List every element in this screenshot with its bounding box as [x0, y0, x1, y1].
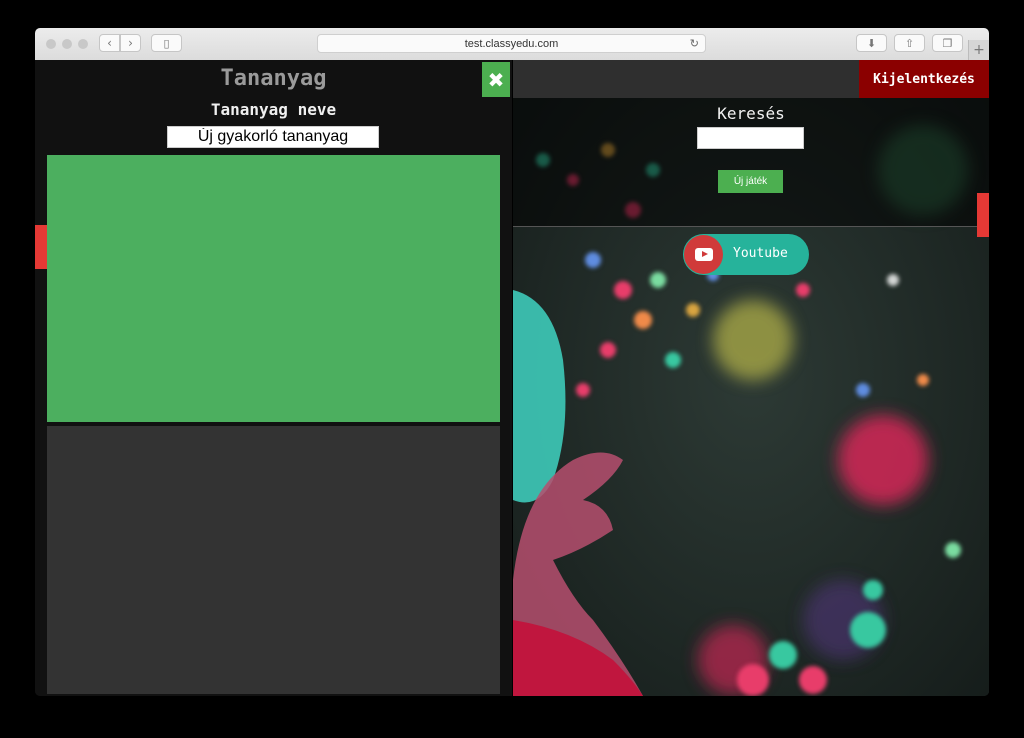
left-edge-tab[interactable]: [35, 225, 47, 269]
reload-icon[interactable]: ↻: [690, 37, 699, 50]
download-icon[interactable]: ⬇: [856, 34, 887, 52]
close-icon: ✖: [487, 67, 505, 92]
material-editor-panel: Tananyag ✖ Tananyag neve: [35, 60, 512, 696]
window-zoom-dot[interactable]: [78, 39, 88, 49]
content-area-secondary[interactable]: [47, 426, 500, 694]
address-bar[interactable]: test.classyedu.com ↻: [317, 34, 706, 53]
window-minimize-dot[interactable]: [62, 39, 72, 49]
search-panel: Keresés Új játék: [513, 98, 989, 227]
sidebar-toggle-icon[interactable]: ▯: [151, 34, 182, 52]
youtube-icon-badge: [684, 235, 723, 274]
material-name-input[interactable]: [167, 126, 379, 148]
youtube-button[interactable]: Youtube: [683, 234, 809, 275]
right-edge-tab[interactable]: [977, 193, 989, 237]
back-button[interactable]: ‹: [99, 34, 120, 52]
close-panel-button[interactable]: ✖: [482, 62, 510, 97]
share-icon[interactable]: ⇧: [894, 34, 925, 52]
youtube-play-icon: [694, 248, 713, 261]
new-game-button[interactable]: Új játék: [718, 170, 783, 193]
search-input[interactable]: [697, 127, 804, 149]
main-view: Kijelentkezés Keresés Új játék Youtube: [513, 60, 989, 696]
top-bar: Kijelentkezés: [513, 60, 989, 98]
panel-title: Tananyag: [220, 66, 327, 91]
content-area-primary[interactable]: [47, 155, 500, 422]
material-name-label: Tananyag neve: [210, 100, 337, 119]
logout-button[interactable]: Kijelentkezés: [859, 60, 989, 98]
browser-window: ‹ › ▯ test.classyedu.com ↻ ⬇ ⇧ ❐ + Tanan…: [35, 28, 989, 696]
tabs-overview-icon[interactable]: ❐: [932, 34, 963, 52]
search-label: Keresés: [717, 104, 785, 123]
url-text: test.classyedu.com: [464, 37, 559, 50]
window-close-dot[interactable]: [46, 39, 56, 49]
new-tab-icon[interactable]: +: [968, 40, 989, 60]
browser-toolbar: ‹ › ▯ test.classyedu.com ↻ ⬇ ⇧ ❐ +: [35, 28, 989, 61]
forward-button[interactable]: ›: [120, 34, 141, 52]
youtube-label: Youtube: [733, 246, 788, 261]
